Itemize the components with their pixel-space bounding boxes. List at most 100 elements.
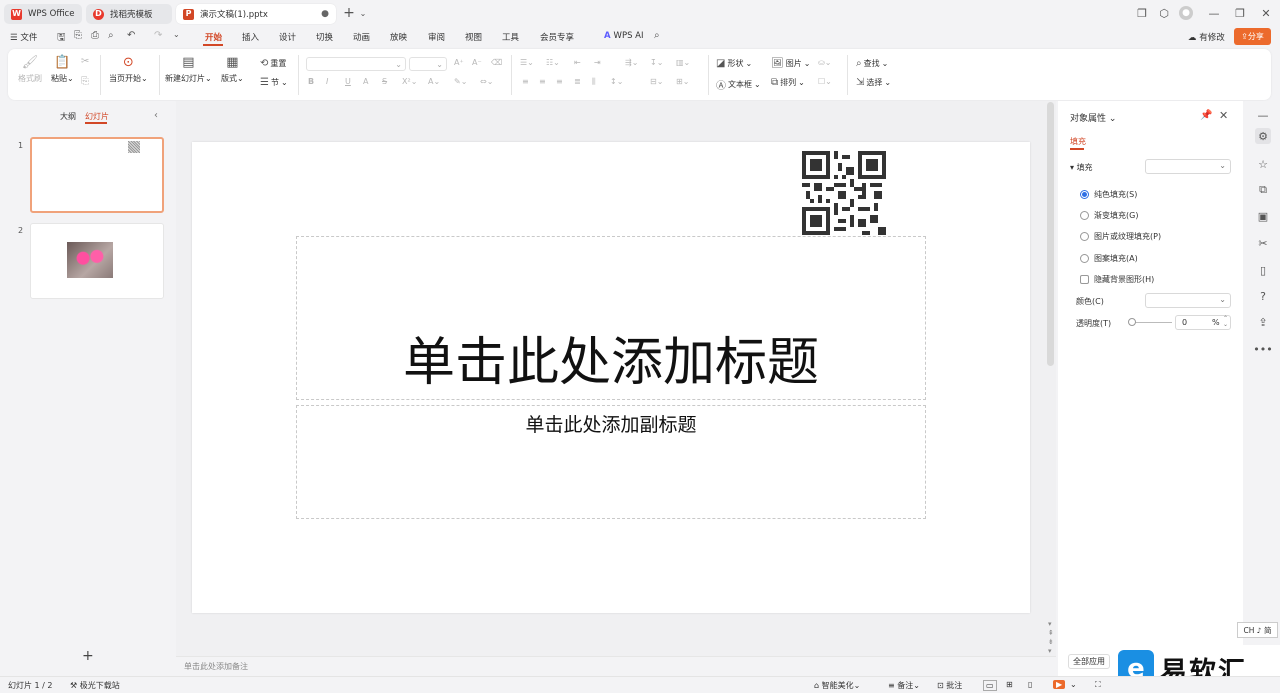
font-size-select[interactable]: ⌄ (409, 57, 447, 71)
share-button[interactable]: ⇪ 分享 (1234, 28, 1271, 45)
cut-button[interactable]: ✂ (81, 56, 89, 67)
text-box-align-icon[interactable]: ⊞⌄ (676, 77, 689, 86)
slide-editor[interactable]: 单击此处添加标题 单击此处添加副标题 (192, 142, 1030, 613)
picture-button[interactable]: 🖼 图片 ⌄ (771, 58, 810, 69)
print-preview-icon[interactable]: ⌕ (108, 30, 114, 41)
spinner-icon[interactable]: ⌃ ⌄ (1223, 316, 1228, 328)
smart-beautify-button[interactable]: ⌂ 智能美化⌄ (814, 680, 860, 691)
strikethrough-icon[interactable]: S (382, 77, 387, 86)
redo-icon[interactable]: ↷ (154, 30, 162, 41)
justify-icon[interactable]: ≣ (574, 77, 581, 86)
close-window-icon[interactable]: ✕ (1259, 6, 1273, 20)
align-center-icon[interactable]: ≡ (539, 77, 546, 86)
align-right-icon[interactable]: ≡ (556, 77, 563, 86)
search-icon[interactable]: ⌕ (654, 30, 660, 41)
qr-code-image[interactable] (802, 151, 886, 235)
paste-button[interactable]: 📋 粘贴⌄ (51, 56, 74, 84)
export-icon[interactable]: ⎘ (74, 30, 82, 41)
fit-window-icon[interactable]: ⛶ (1095, 680, 1101, 690)
tab-design[interactable]: 设计 (279, 31, 296, 43)
fill-icon[interactable]: ⛀⌄ (818, 58, 831, 67)
slideshow-play-icon[interactable]: ▶ (1053, 680, 1066, 689)
italic-icon[interactable]: I (326, 77, 328, 86)
layers-icon[interactable]: ⧉ (1255, 182, 1271, 198)
minimize-icon[interactable]: — (1207, 6, 1221, 20)
normal-view-icon[interactable]: ▭ (983, 680, 997, 691)
text-align-icon[interactable]: ⊟⌄ (650, 77, 663, 86)
properties-settings-icon[interactable]: ⚙ (1255, 128, 1271, 144)
tab-docer[interactable]: D 找稻壳模板 (86, 4, 172, 24)
more-icon[interactable]: ••• (1253, 341, 1272, 357)
print-icon[interactable]: ⎙ (91, 30, 99, 41)
reading-view-icon[interactable]: ▯ (1028, 680, 1032, 689)
line-spacing-icon[interactable]: ↕⌄ (610, 77, 623, 86)
underline-icon[interactable]: U (345, 77, 351, 86)
scroll-arrows-icon[interactable]: ▾ ⇞ ⇟ ▾ (1048, 620, 1054, 656)
slide-thumbnail-2[interactable] (30, 223, 164, 299)
columns-icon[interactable]: ▥⌄ (676, 58, 690, 67)
select-button[interactable]: ⇲ 选择 ⌄ (856, 77, 891, 88)
file-menu[interactable]: ☰ 文件 (10, 31, 37, 43)
clear-format-icon[interactable]: ⌫ (491, 58, 502, 67)
tab-home[interactable]: 开始 (205, 31, 222, 43)
tab-view[interactable]: 视图 (465, 31, 482, 43)
transparency-slider-track[interactable] (1130, 322, 1172, 323)
highlight-icon[interactable]: ✎⌄ (454, 77, 467, 86)
shadow-icon[interactable]: A (363, 77, 368, 86)
help-icon[interactable]: ? (1255, 288, 1271, 304)
textbox-button[interactable]: Ⓐ 文本框 ⌄ (716, 77, 761, 92)
modified-status[interactable]: ☁ 有修改 (1188, 31, 1225, 43)
notes-pane[interactable]: 单击此处添加备注 (176, 656, 1056, 676)
add-slide-plus-icon[interactable]: + (82, 648, 94, 664)
tab-presentation[interactable]: P 演示文稿(1).pptx ● (176, 4, 336, 24)
cube-icon[interactable]: ⬡ (1157, 6, 1171, 20)
wps-ai-button[interactable]: A WPS AI (604, 31, 644, 41)
pattern-fill-option[interactable]: 图案填充(A) (1080, 253, 1138, 264)
reset-button[interactable]: ⟲ 重置 (260, 58, 286, 69)
vertical-scrollbar[interactable] (1047, 102, 1054, 366)
tab-transitions[interactable]: 切换 (316, 31, 333, 43)
char-spacing-icon[interactable]: ⇔⌄ (480, 77, 493, 86)
transparency-input[interactable]: 0 % ⌃ ⌄ (1175, 315, 1231, 330)
color-picker[interactable]: ⌄ (1145, 293, 1231, 308)
collapse-icon[interactable]: — (1255, 107, 1271, 123)
bullets-icon[interactable]: ☰⌄ (520, 58, 534, 67)
hide-background-checkbox[interactable]: 隐藏背景图形(H) (1080, 274, 1154, 285)
collapse-panel-icon[interactable]: ‹ (154, 110, 158, 121)
save-icon[interactable]: 🖫 (57, 30, 66, 47)
slide-thumbnail-1[interactable] (30, 137, 164, 213)
tab-close-dot-icon[interactable]: ● (321, 9, 329, 19)
fill-type-select[interactable]: ⌄ (1145, 159, 1231, 174)
font-shrink-icon[interactable]: A⁻ (472, 58, 482, 67)
share-panel-icon[interactable]: ⇪ (1255, 314, 1271, 330)
increase-indent-icon[interactable]: ⇥ (594, 58, 601, 67)
notes-button[interactable]: ≡ 备注⌄ (888, 680, 920, 691)
outline-icon[interactable]: ☐⌄ (818, 77, 832, 86)
font-grow-icon[interactable]: A⁺ (454, 58, 464, 67)
sort-icon[interactable]: ↧⌄ (650, 58, 663, 67)
restore-icon[interactable]: ❐ (1233, 6, 1247, 20)
shape-button[interactable]: ◪ 形状 ⌄ (716, 58, 752, 69)
numbering-icon[interactable]: ☷⌄ (546, 58, 560, 67)
gradient-fill-option[interactable]: 渐变填充(G) (1080, 210, 1138, 221)
image-edit-icon[interactable]: ▣ (1255, 208, 1271, 224)
tab-tools[interactable]: 工具 (502, 31, 519, 43)
font-color-icon[interactable]: A⌄ (428, 77, 440, 86)
fill-tab[interactable]: 填充 (1070, 136, 1086, 147)
new-slide-button[interactable]: ▤ 新建幻灯片⌄ (165, 56, 212, 84)
play-from-current-button[interactable]: ⊙ 当页开始⌄ (109, 56, 148, 84)
subtitle-placeholder[interactable]: 单击此处添加副标题 (296, 405, 926, 519)
tab-wps-office[interactable]: W WPS Office (4, 4, 82, 24)
book-icon[interactable]: ▯ (1255, 262, 1271, 278)
ime-indicator[interactable]: CH ♪ 简 (1237, 622, 1278, 638)
star-icon[interactable]: ☆ (1255, 156, 1271, 172)
tab-slideshow[interactable]: 放映 (390, 31, 407, 43)
layout-button[interactable]: ▦ 版式⌄ (221, 56, 244, 84)
transparency-slider-thumb[interactable] (1128, 318, 1136, 326)
arrange-button[interactable]: ⧉ 排列 ⌄ (771, 77, 805, 88)
align-left-icon[interactable]: ≡ (522, 77, 529, 86)
section-button[interactable]: ☰ 节 ⌄ (260, 77, 288, 88)
undo-icon[interactable]: ↶ (127, 30, 135, 41)
properties-title[interactable]: 对象属性 ⌄ (1070, 111, 1116, 124)
tab-animations[interactable]: 动画 (353, 31, 370, 43)
